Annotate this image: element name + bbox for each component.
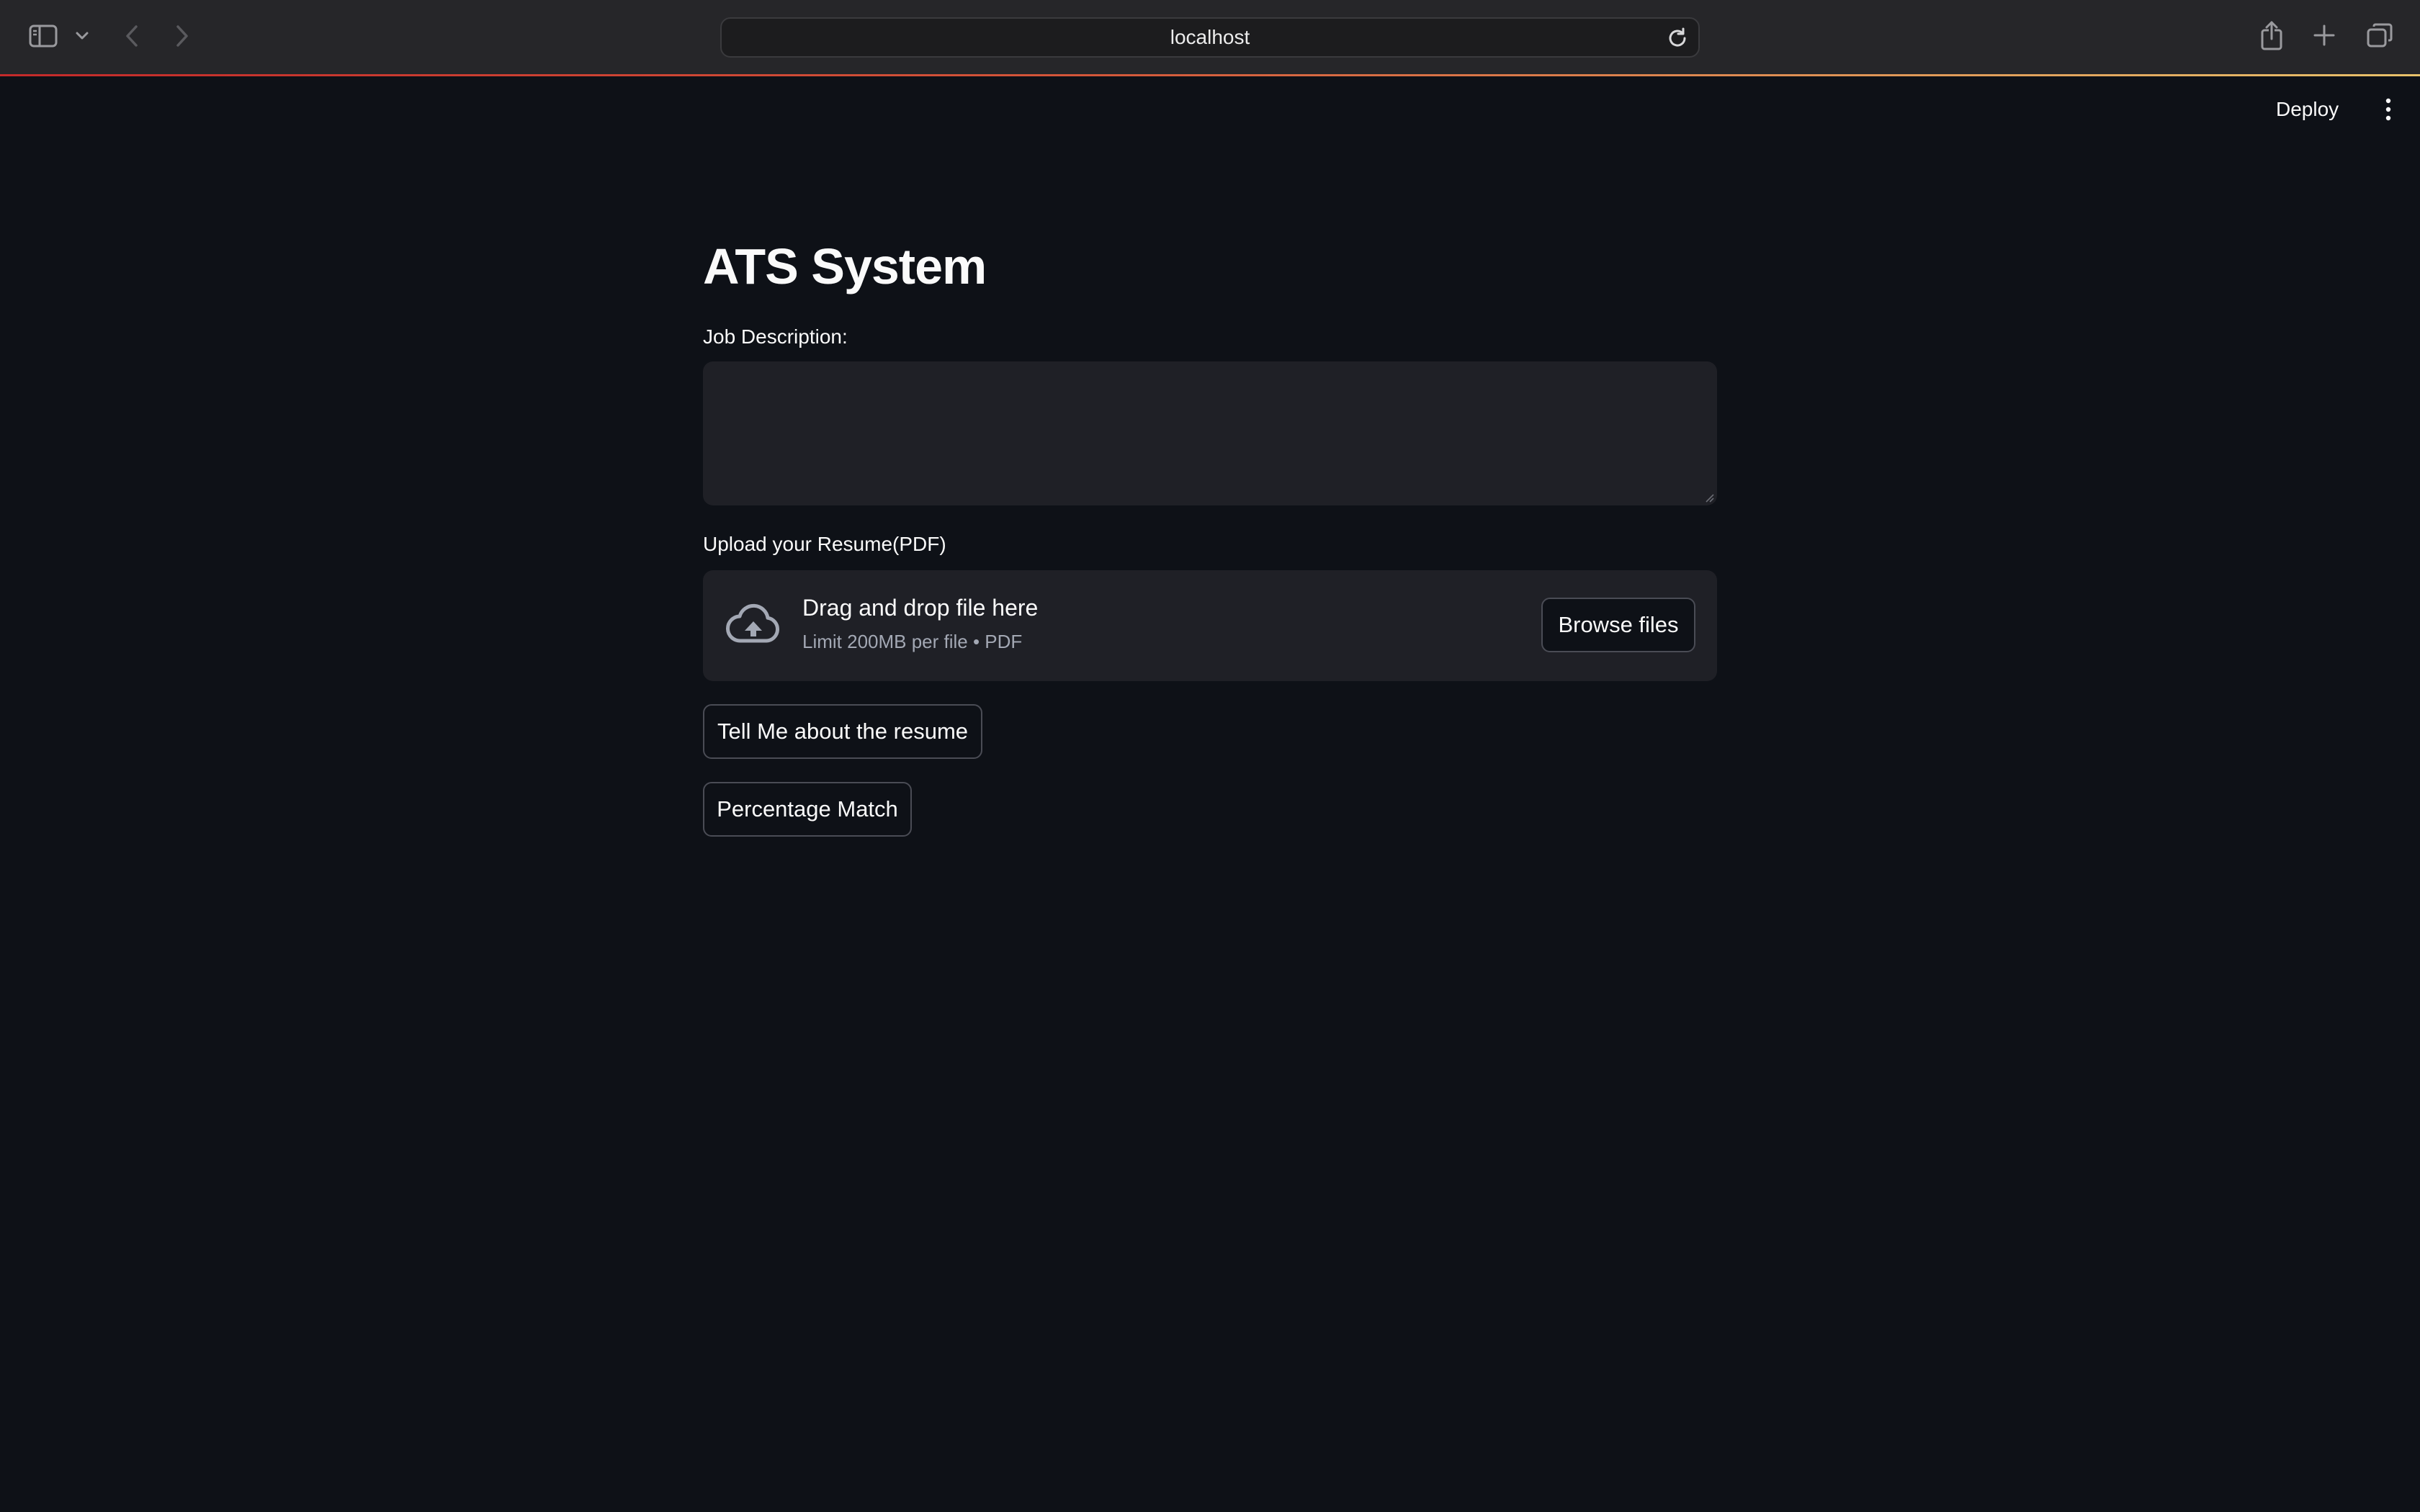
url-text: localhost	[1170, 26, 1250, 48]
tell-me-about-resume-button[interactable]: Tell Me about the resume	[703, 704, 982, 759]
resize-grip-icon[interactable]	[1704, 492, 1714, 503]
share-icon[interactable]	[2257, 19, 2286, 52]
sidebar-icon[interactable]	[27, 22, 59, 50]
back-icon[interactable]	[121, 22, 143, 50]
reload-icon[interactable]	[1665, 26, 1690, 50]
chevron-down-icon[interactable]	[73, 29, 91, 43]
kebab-icon[interactable]	[2380, 96, 2397, 122]
loading-progress-line	[0, 74, 2420, 76]
cloud-upload-icon	[725, 598, 782, 655]
drop-instructions: Drag and drop file here	[802, 595, 1039, 621]
plus-icon[interactable]	[2311, 22, 2338, 49]
job-description-label: Job Description:	[703, 325, 848, 348]
deploy-button[interactable]: Deploy	[2276, 94, 2339, 125]
tabs-icon[interactable]	[2365, 22, 2394, 49]
upload-label: Upload your Resume(PDF)	[703, 533, 946, 555]
job-description-textarea[interactable]	[703, 361, 1717, 505]
forward-icon[interactable]	[171, 22, 193, 50]
browser-toolbar: localhost	[0, 0, 2420, 74]
upload-limit-text: Limit 200MB per file • PDF	[802, 631, 1023, 652]
file-uploader-dropzone[interactable]: Drag and drop file here Limit 200MB per …	[703, 570, 1717, 681]
percentage-match-button[interactable]: Percentage Match	[703, 782, 912, 837]
browse-files-button[interactable]: Browse files	[1541, 598, 1695, 652]
page-title: ATS System	[703, 238, 987, 294]
address-bar[interactable]: localhost	[720, 17, 1700, 58]
